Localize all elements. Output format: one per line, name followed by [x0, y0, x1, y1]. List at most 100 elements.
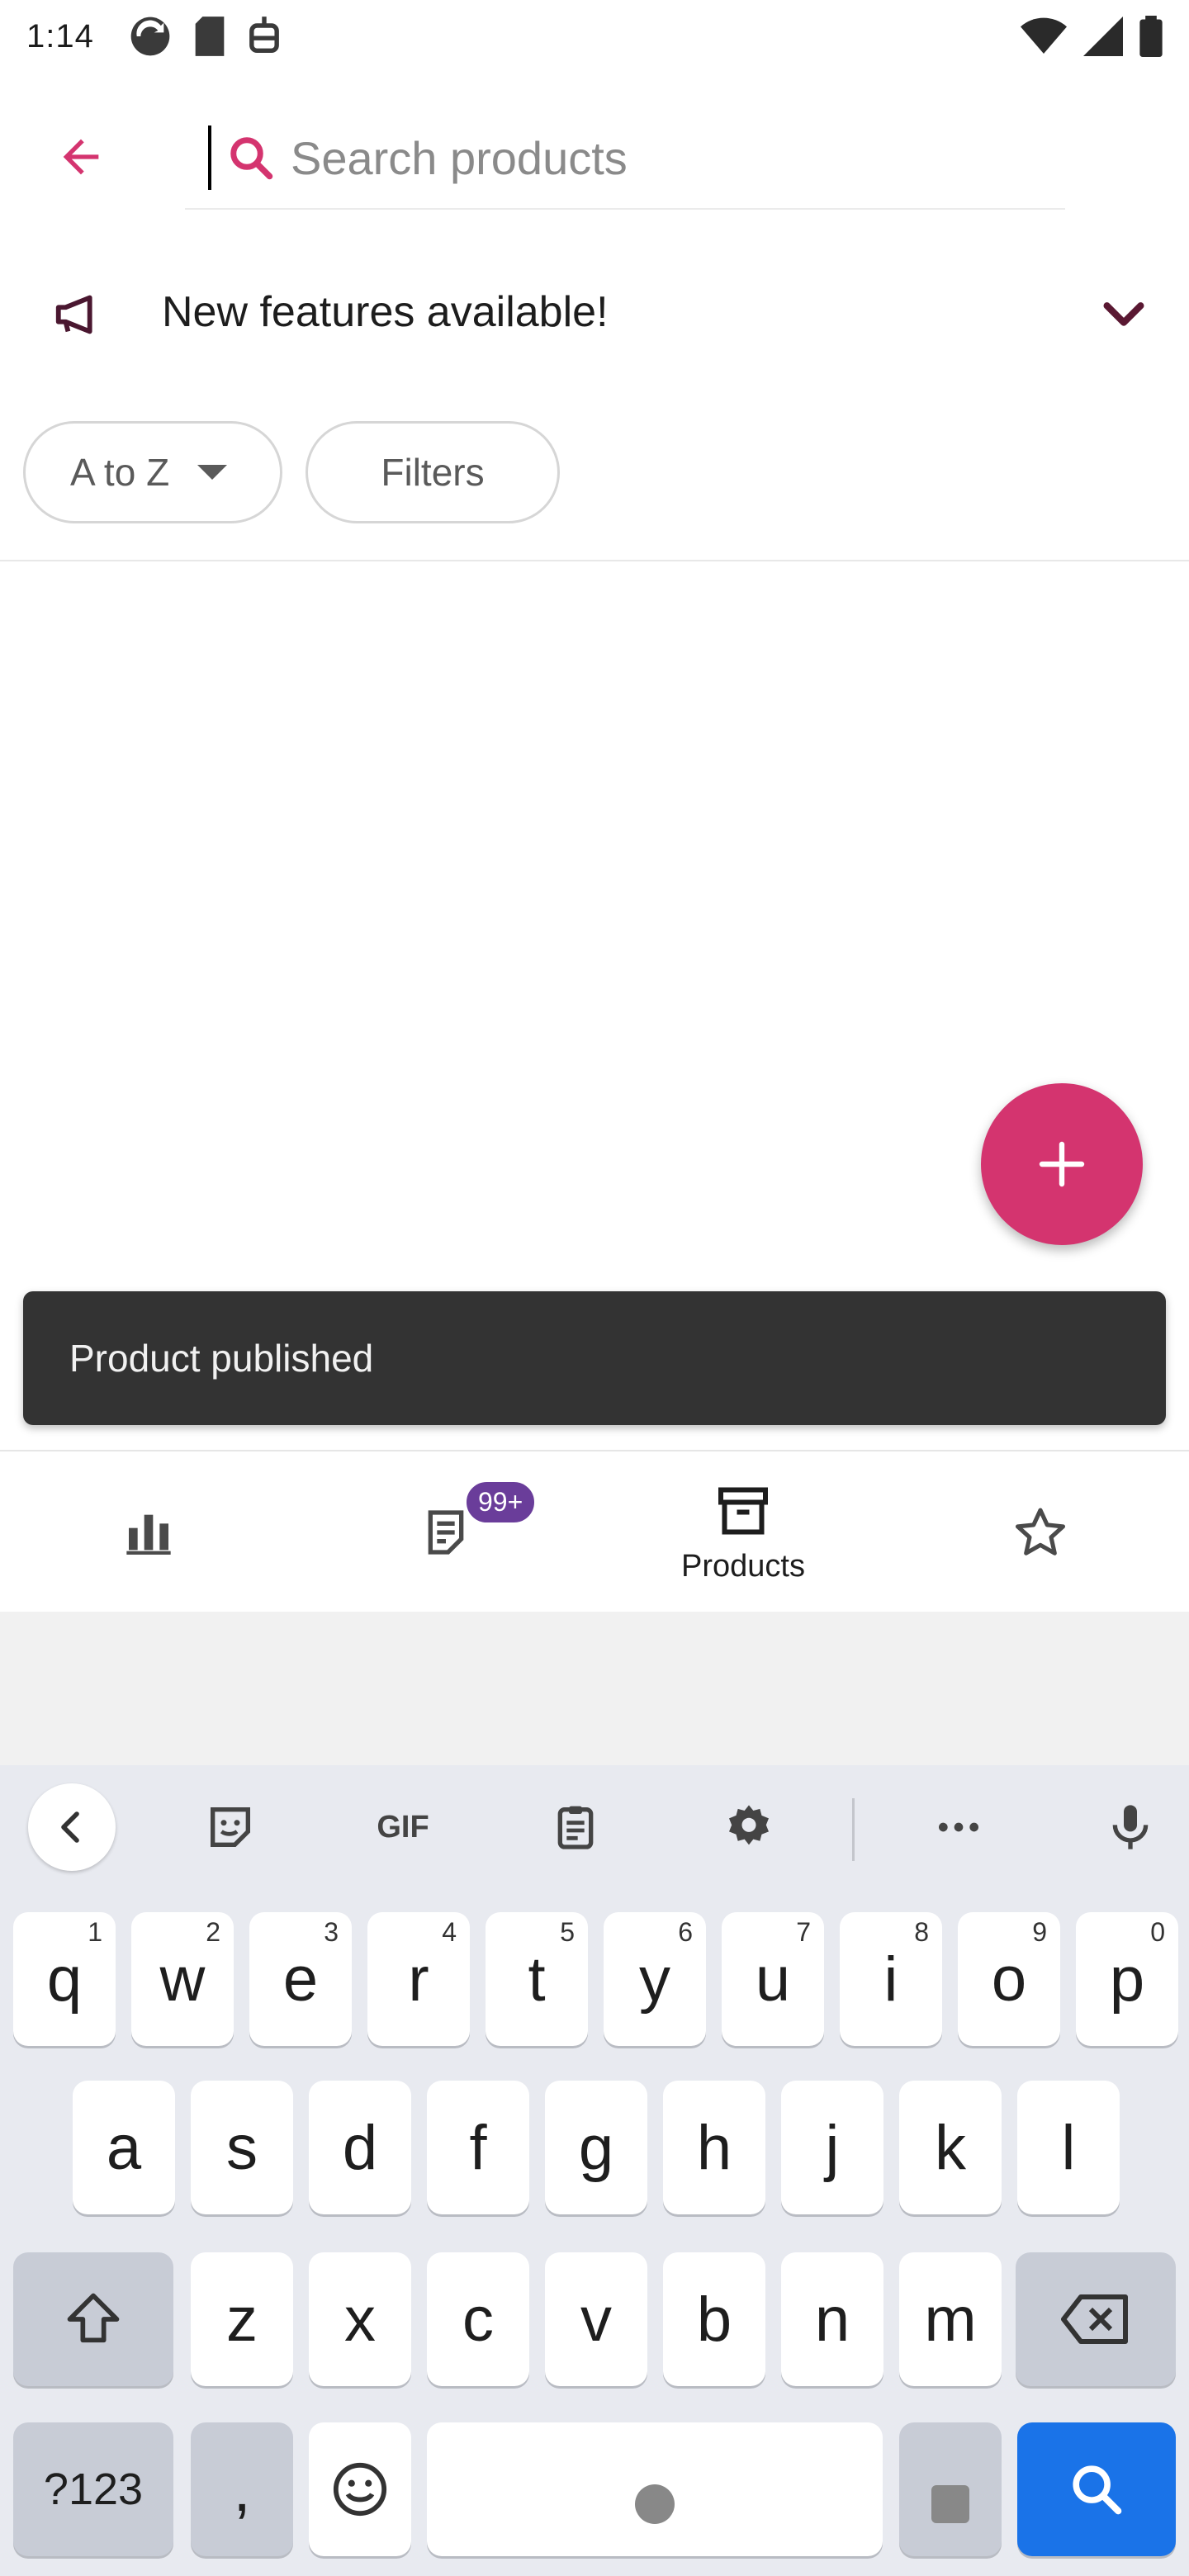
- key-c-label: c: [462, 2284, 494, 2355]
- key-q-number: 1: [88, 1917, 102, 1947]
- key-h[interactable]: h: [663, 2081, 765, 2214]
- key-t[interactable]: t5: [486, 1912, 588, 2046]
- keyboard-back-button[interactable]: [28, 1783, 116, 1871]
- orders-count-badge: 99+: [464, 1480, 538, 1525]
- emoji-key[interactable]: [309, 2422, 411, 2556]
- period-key[interactable]: [899, 2422, 1002, 2556]
- wifi-icon: [1021, 17, 1067, 54]
- period-indicator-icon: [931, 2485, 969, 2523]
- key-u-number: 7: [796, 1917, 811, 1947]
- orders-icon: [428, 1510, 464, 1555]
- feature-announcement-banner[interactable]: New features available!: [0, 263, 1189, 362]
- key-e-label: e: [282, 1944, 319, 2015]
- key-t-number: 5: [560, 1917, 575, 1947]
- emoji-icon: [333, 2462, 387, 2517]
- nav-item-products[interactable]: Products: [594, 1451, 892, 1613]
- gear-icon: [729, 1805, 769, 1845]
- chevron-down-icon[interactable]: [1095, 284, 1153, 342]
- search-input[interactable]: [291, 130, 951, 185]
- nav-item-reviews[interactable]: [892, 1451, 1189, 1613]
- key-r-label: r: [408, 1944, 429, 2015]
- space-key[interactable]: [427, 2422, 883, 2556]
- sync-icon: [130, 17, 170, 56]
- sort-chip[interactable]: A to Z: [23, 421, 282, 523]
- search-bar[interactable]: [185, 107, 1065, 210]
- key-l-label: l: [1061, 2112, 1076, 2183]
- search-action-key[interactable]: [1017, 2422, 1176, 2556]
- key-u-label: u: [755, 1944, 791, 2015]
- key-e[interactable]: e3: [249, 1912, 352, 2046]
- battery-icon: [1139, 16, 1163, 57]
- top-app-bar: [0, 99, 1189, 223]
- key-w[interactable]: w2: [131, 1912, 234, 2046]
- backspace-key[interactable]: [1016, 2252, 1176, 2386]
- megaphone-icon: [55, 295, 92, 334]
- key-a[interactable]: a: [73, 2081, 175, 2214]
- key-j-label: j: [825, 2112, 840, 2183]
- key-v-label: v: [580, 2284, 612, 2355]
- key-z[interactable]: z: [191, 2252, 293, 2386]
- key-j[interactable]: j: [781, 2081, 883, 2214]
- keyboard-settings-button[interactable]: [712, 1790, 786, 1864]
- bottom-navigation: 99+ Products: [0, 1450, 1189, 1612]
- key-f[interactable]: f: [427, 2081, 529, 2214]
- key-u[interactable]: u7: [722, 1912, 824, 2046]
- back-button[interactable]: [41, 117, 121, 197]
- key-o[interactable]: o9: [958, 1912, 1060, 2046]
- key-i[interactable]: i8: [840, 1912, 942, 2046]
- filters-chip-label: Filters: [381, 451, 485, 494]
- add-product-button[interactable]: [981, 1083, 1143, 1245]
- more-options-button[interactable]: [921, 1790, 996, 1864]
- status-system-icons: [1021, 16, 1163, 57]
- comma-key-label: ,: [233, 2454, 251, 2525]
- key-m[interactable]: m: [899, 2252, 1002, 2386]
- key-p[interactable]: p0: [1076, 1912, 1178, 2046]
- key-i-number: 8: [914, 1917, 929, 1947]
- status-notification-icons: [127, 13, 282, 59]
- snackbar: Product published: [23, 1291, 1166, 1425]
- key-t-label: t: [528, 1944, 546, 2015]
- search-icon: [226, 133, 276, 182]
- star-icon: [1015, 1508, 1066, 1556]
- key-g[interactable]: g: [545, 2081, 647, 2214]
- key-r[interactable]: r4: [367, 1912, 470, 2046]
- key-o-label: o: [991, 1944, 1027, 2015]
- symbols-key[interactable]: ?123: [13, 2422, 173, 2556]
- key-d[interactable]: d: [309, 2081, 411, 2214]
- filters-chip[interactable]: Filters: [306, 421, 560, 523]
- key-c[interactable]: c: [427, 2252, 529, 2386]
- comma-key[interactable]: ,: [191, 2422, 293, 2556]
- key-m-label: m: [924, 2284, 977, 2355]
- soft-keyboard: GIF q1 w2 e3 r4 t5 y6 u7 i8 o9 p0 a s d …: [0, 1765, 1189, 2576]
- key-s-label: s: [226, 2112, 258, 2183]
- gif-button[interactable]: GIF: [362, 1790, 444, 1864]
- key-y-label: y: [639, 1944, 670, 2015]
- sticker-icon: [211, 1807, 250, 1847]
- nav-item-stats[interactable]: [0, 1451, 297, 1613]
- backspace-icon: [1061, 2294, 1128, 2344]
- key-l[interactable]: l: [1017, 2081, 1120, 2214]
- gif-label: GIF: [377, 1809, 429, 1844]
- key-n[interactable]: n: [781, 2252, 883, 2386]
- key-b[interactable]: b: [663, 2252, 765, 2386]
- sticker-button[interactable]: [193, 1790, 268, 1864]
- more-horizontal-icon: [939, 1822, 978, 1832]
- space-indicator-icon: [635, 2484, 675, 2524]
- keyboard-toolbar: GIF: [0, 1765, 1189, 1891]
- key-k[interactable]: k: [899, 2081, 1002, 2214]
- key-x-label: x: [344, 2284, 376, 2355]
- shift-key[interactable]: [13, 2252, 173, 2386]
- nav-item-orders[interactable]: 99+: [297, 1451, 594, 1613]
- clipboard-icon: [557, 1806, 594, 1849]
- clipboard-button[interactable]: [538, 1790, 613, 1864]
- signal-icon: [1083, 17, 1123, 56]
- robot-icon: [249, 17, 279, 54]
- key-q[interactable]: q1: [13, 1912, 116, 2046]
- key-v[interactable]: v: [545, 2252, 647, 2386]
- key-y[interactable]: y6: [604, 1912, 706, 2046]
- key-x[interactable]: x: [309, 2252, 411, 2386]
- key-s[interactable]: s: [191, 2081, 293, 2214]
- keyboard-gap-area: [0, 1612, 1189, 1765]
- plus-icon: [1039, 1141, 1085, 1187]
- voice-input-button[interactable]: [1093, 1790, 1168, 1864]
